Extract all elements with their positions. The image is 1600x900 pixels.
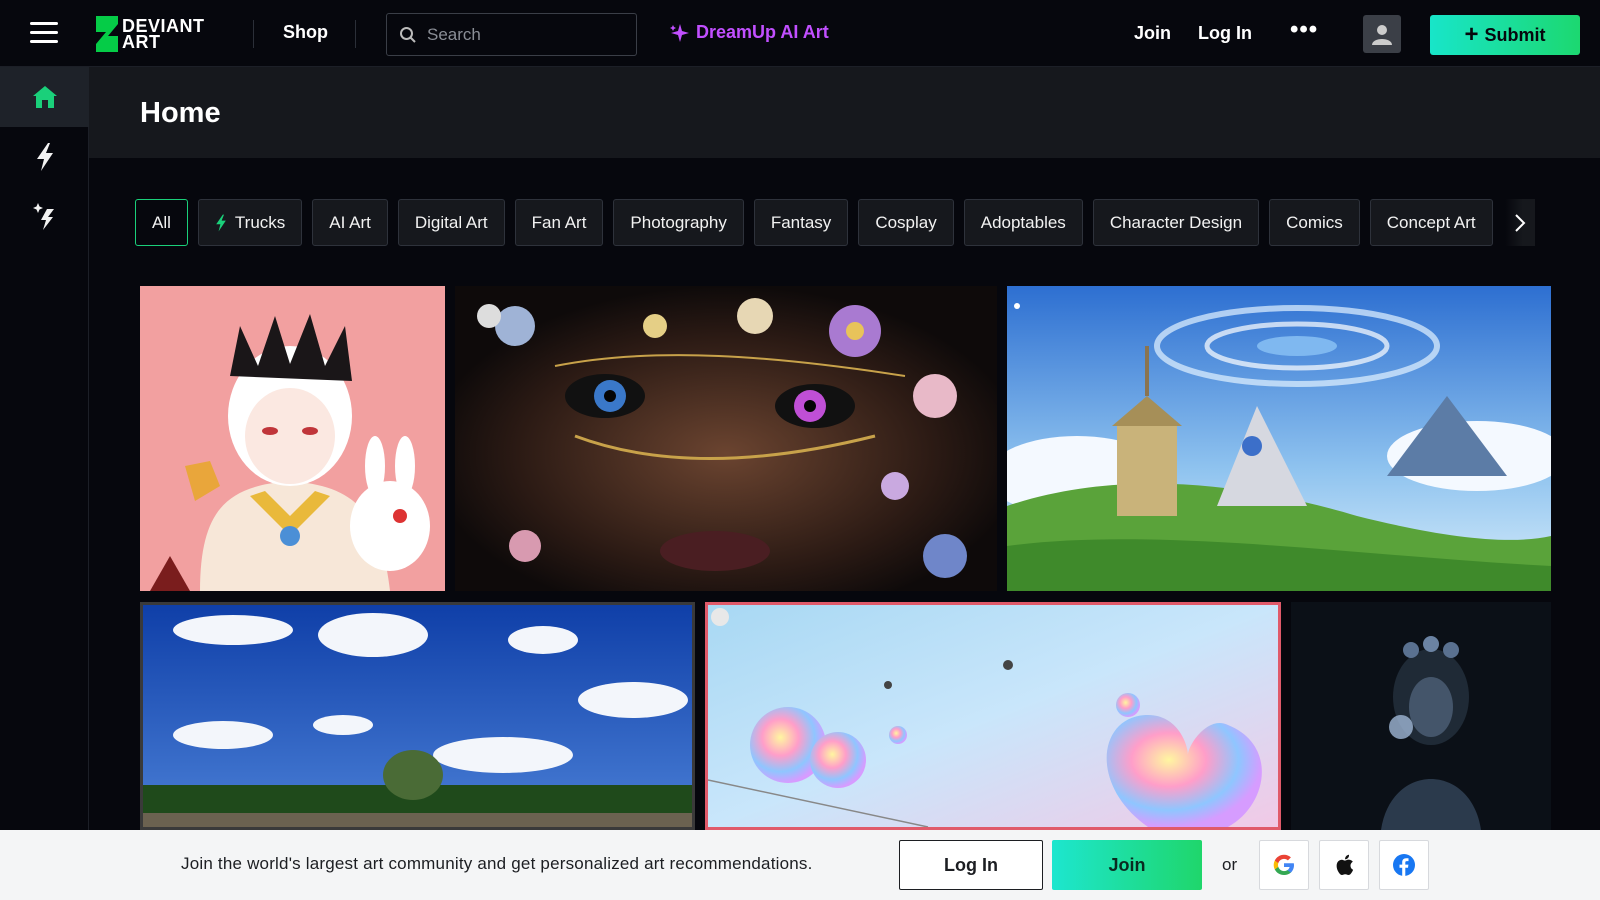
artwork-image	[1291, 602, 1551, 830]
chip-label: Fantasy	[770, 212, 832, 232]
gallery-tile-anime-boy[interactable]	[140, 286, 445, 591]
page-title: Home	[140, 97, 221, 129]
deviantart-logo[interactable]: DEVIANT ART	[92, 15, 205, 53]
user-icon	[1372, 25, 1392, 45]
chip-label: Fan Art	[531, 212, 587, 232]
facebook-login-button[interactable]	[1379, 840, 1429, 890]
home-icon	[32, 86, 57, 108]
chip-label: Digital Art	[414, 212, 488, 232]
chip-label: Photography	[630, 212, 727, 232]
divider	[253, 20, 254, 48]
facebook-icon	[1393, 854, 1415, 876]
dreamup-ai-art-link[interactable]: DreamUp AI Art	[670, 22, 829, 43]
join-link[interactable]: Join	[1134, 23, 1171, 44]
apple-icon	[1336, 854, 1354, 876]
artwork-image	[143, 605, 692, 827]
chip-comics[interactable]: Comics	[1269, 199, 1360, 246]
chip-fantasy[interactable]: Fantasy	[753, 199, 849, 246]
banner-message: Join the world's largest art community a…	[181, 854, 813, 873]
artwork-image	[1007, 286, 1551, 591]
left-sidebar	[0, 67, 89, 900]
artwork-image	[455, 286, 997, 591]
chip-ai-art[interactable]: AI Art	[312, 199, 388, 246]
chip-label: Concept Art	[1386, 212, 1476, 232]
chip-label: Adoptables	[980, 212, 1066, 232]
gallery-tile-sky-photo[interactable]	[140, 602, 695, 830]
chip-label: All	[152, 212, 171, 232]
chip-trucks[interactable]: Trucks	[197, 199, 303, 246]
chip-photography[interactable]: Photography	[613, 199, 744, 246]
chip-concept-art[interactable]: Concept Art	[1369, 199, 1493, 246]
sidebar-item-dreamup[interactable]	[0, 187, 89, 247]
chip-label: AI Art	[329, 212, 371, 232]
signup-banner: Join the world's largest art community a…	[0, 830, 1600, 900]
divider	[355, 20, 356, 48]
chip-label: Character Design	[1109, 212, 1243, 232]
gallery-tile-bubbles[interactable]	[705, 602, 1281, 830]
chip-all[interactable]: All	[135, 199, 188, 246]
page-header: Home	[89, 67, 1600, 158]
lightning-icon	[216, 214, 226, 231]
deviantart-logo-text: DEVIANT ART	[122, 17, 205, 52]
sparkle-icon	[670, 23, 689, 42]
sidebar-item-home[interactable]	[0, 67, 89, 127]
gallery-tile-fantasy-landscape[interactable]	[1007, 286, 1551, 591]
sidebar-item-trending[interactable]	[0, 127, 89, 187]
chip-cosplay[interactable]: Cosplay	[858, 199, 954, 246]
artwork-image	[140, 286, 445, 591]
gallery-tile-dark-portrait[interactable]	[1291, 602, 1551, 830]
login-link[interactable]: Log In	[1198, 23, 1252, 44]
logo-line-2: ART	[122, 32, 161, 52]
chip-label: Trucks	[234, 212, 286, 232]
banner-join-button[interactable]: Join	[1052, 840, 1202, 890]
submit-button[interactable]: + Submit	[1430, 15, 1580, 55]
submit-label: Submit	[1484, 24, 1546, 45]
more-options-icon[interactable]: •••	[1290, 18, 1318, 42]
dreamup-label: DreamUp AI Art	[696, 22, 829, 42]
google-icon	[1273, 854, 1294, 875]
chip-adoptables[interactable]: Adoptables	[963, 199, 1083, 246]
hamburger-menu-icon[interactable]	[30, 22, 58, 46]
shop-link[interactable]: Shop	[283, 22, 328, 43]
gallery-tile-floral-mask[interactable]	[455, 286, 997, 591]
plus-icon: +	[1464, 21, 1479, 48]
search-input[interactable]	[427, 24, 627, 45]
user-avatar[interactable]	[1363, 15, 1401, 53]
dreamup-sparkle-icon	[32, 203, 54, 230]
chip-character-design[interactable]: Character Design	[1092, 199, 1260, 246]
banner-login-button[interactable]: Log In	[899, 840, 1043, 890]
chips-scroll-right-button[interactable]	[1505, 199, 1535, 246]
chip-label: Comics	[1286, 212, 1343, 232]
apple-login-button[interactable]	[1319, 840, 1369, 890]
lightning-icon	[36, 143, 53, 171]
category-chips: All Trucks AI Art Digital Art Fan Art Ph…	[135, 199, 1535, 247]
chip-label: Cosplay	[875, 212, 937, 232]
chip-fan-art[interactable]: Fan Art	[514, 199, 604, 246]
chevron-right-icon	[1515, 213, 1526, 232]
search-box[interactable]	[386, 13, 637, 56]
artwork-image	[708, 605, 1278, 827]
search-icon	[400, 26, 416, 43]
google-login-button[interactable]	[1259, 840, 1309, 890]
or-separator: or	[1222, 855, 1238, 874]
top-navigation-bar: DEVIANT ART Shop DreamUp AI Art Join Log…	[0, 0, 1600, 67]
chip-digital-art[interactable]: Digital Art	[397, 199, 505, 246]
deviantart-logo-mark-icon	[96, 16, 118, 52]
